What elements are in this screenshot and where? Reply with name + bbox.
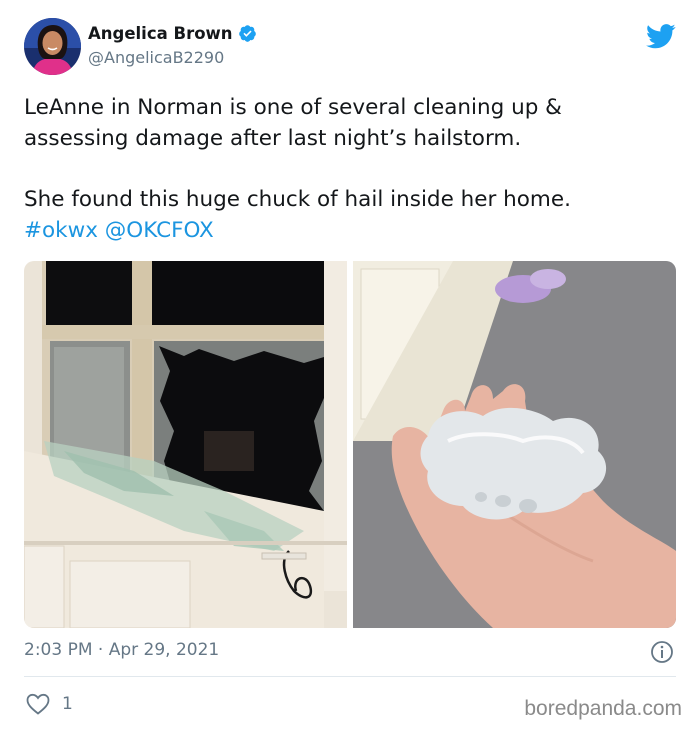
author-display-name[interactable]: Angelica Brown [88,24,233,43]
watermark: boredpanda.com [524,697,682,720]
tweet-text: LeAnne in Norman is one of several clean… [24,92,676,246]
tweet-header: Angelica Brown @AngelicaB2290 [24,18,676,78]
tweet-timestamp[interactable]: 2:03 PM · Apr 29, 2021 [24,640,219,660]
mention-link[interactable]: @OKCFOX [105,218,214,243]
info-icon[interactable] [650,640,674,664]
tweet-text-line: assessing damage after last night’s hail… [24,126,522,151]
twitter-bird-icon[interactable] [646,24,676,49]
avatar[interactable] [24,18,81,75]
hashtag-link[interactable]: #okwx [24,218,98,243]
hail-in-hand-photo[interactable] [353,261,676,628]
broken-window-photo[interactable] [24,261,347,628]
tweet-tags-line: #okwx @OKCFOX [24,215,676,246]
like-action[interactable]: 1 [26,693,73,715]
tweet-text-line: LeAnne in Norman is one of several clean… [24,95,562,120]
author-handle[interactable]: @AngelicaB2290 [88,48,224,67]
tweet-media [24,261,676,628]
tweet-text-line: She found this huge chuck of hail inside… [24,187,571,212]
author-name-row: Angelica Brown [88,24,257,43]
verified-badge-icon [238,25,256,42]
heart-icon[interactable] [26,693,50,715]
like-count: 1 [62,694,73,714]
divider [24,676,676,677]
